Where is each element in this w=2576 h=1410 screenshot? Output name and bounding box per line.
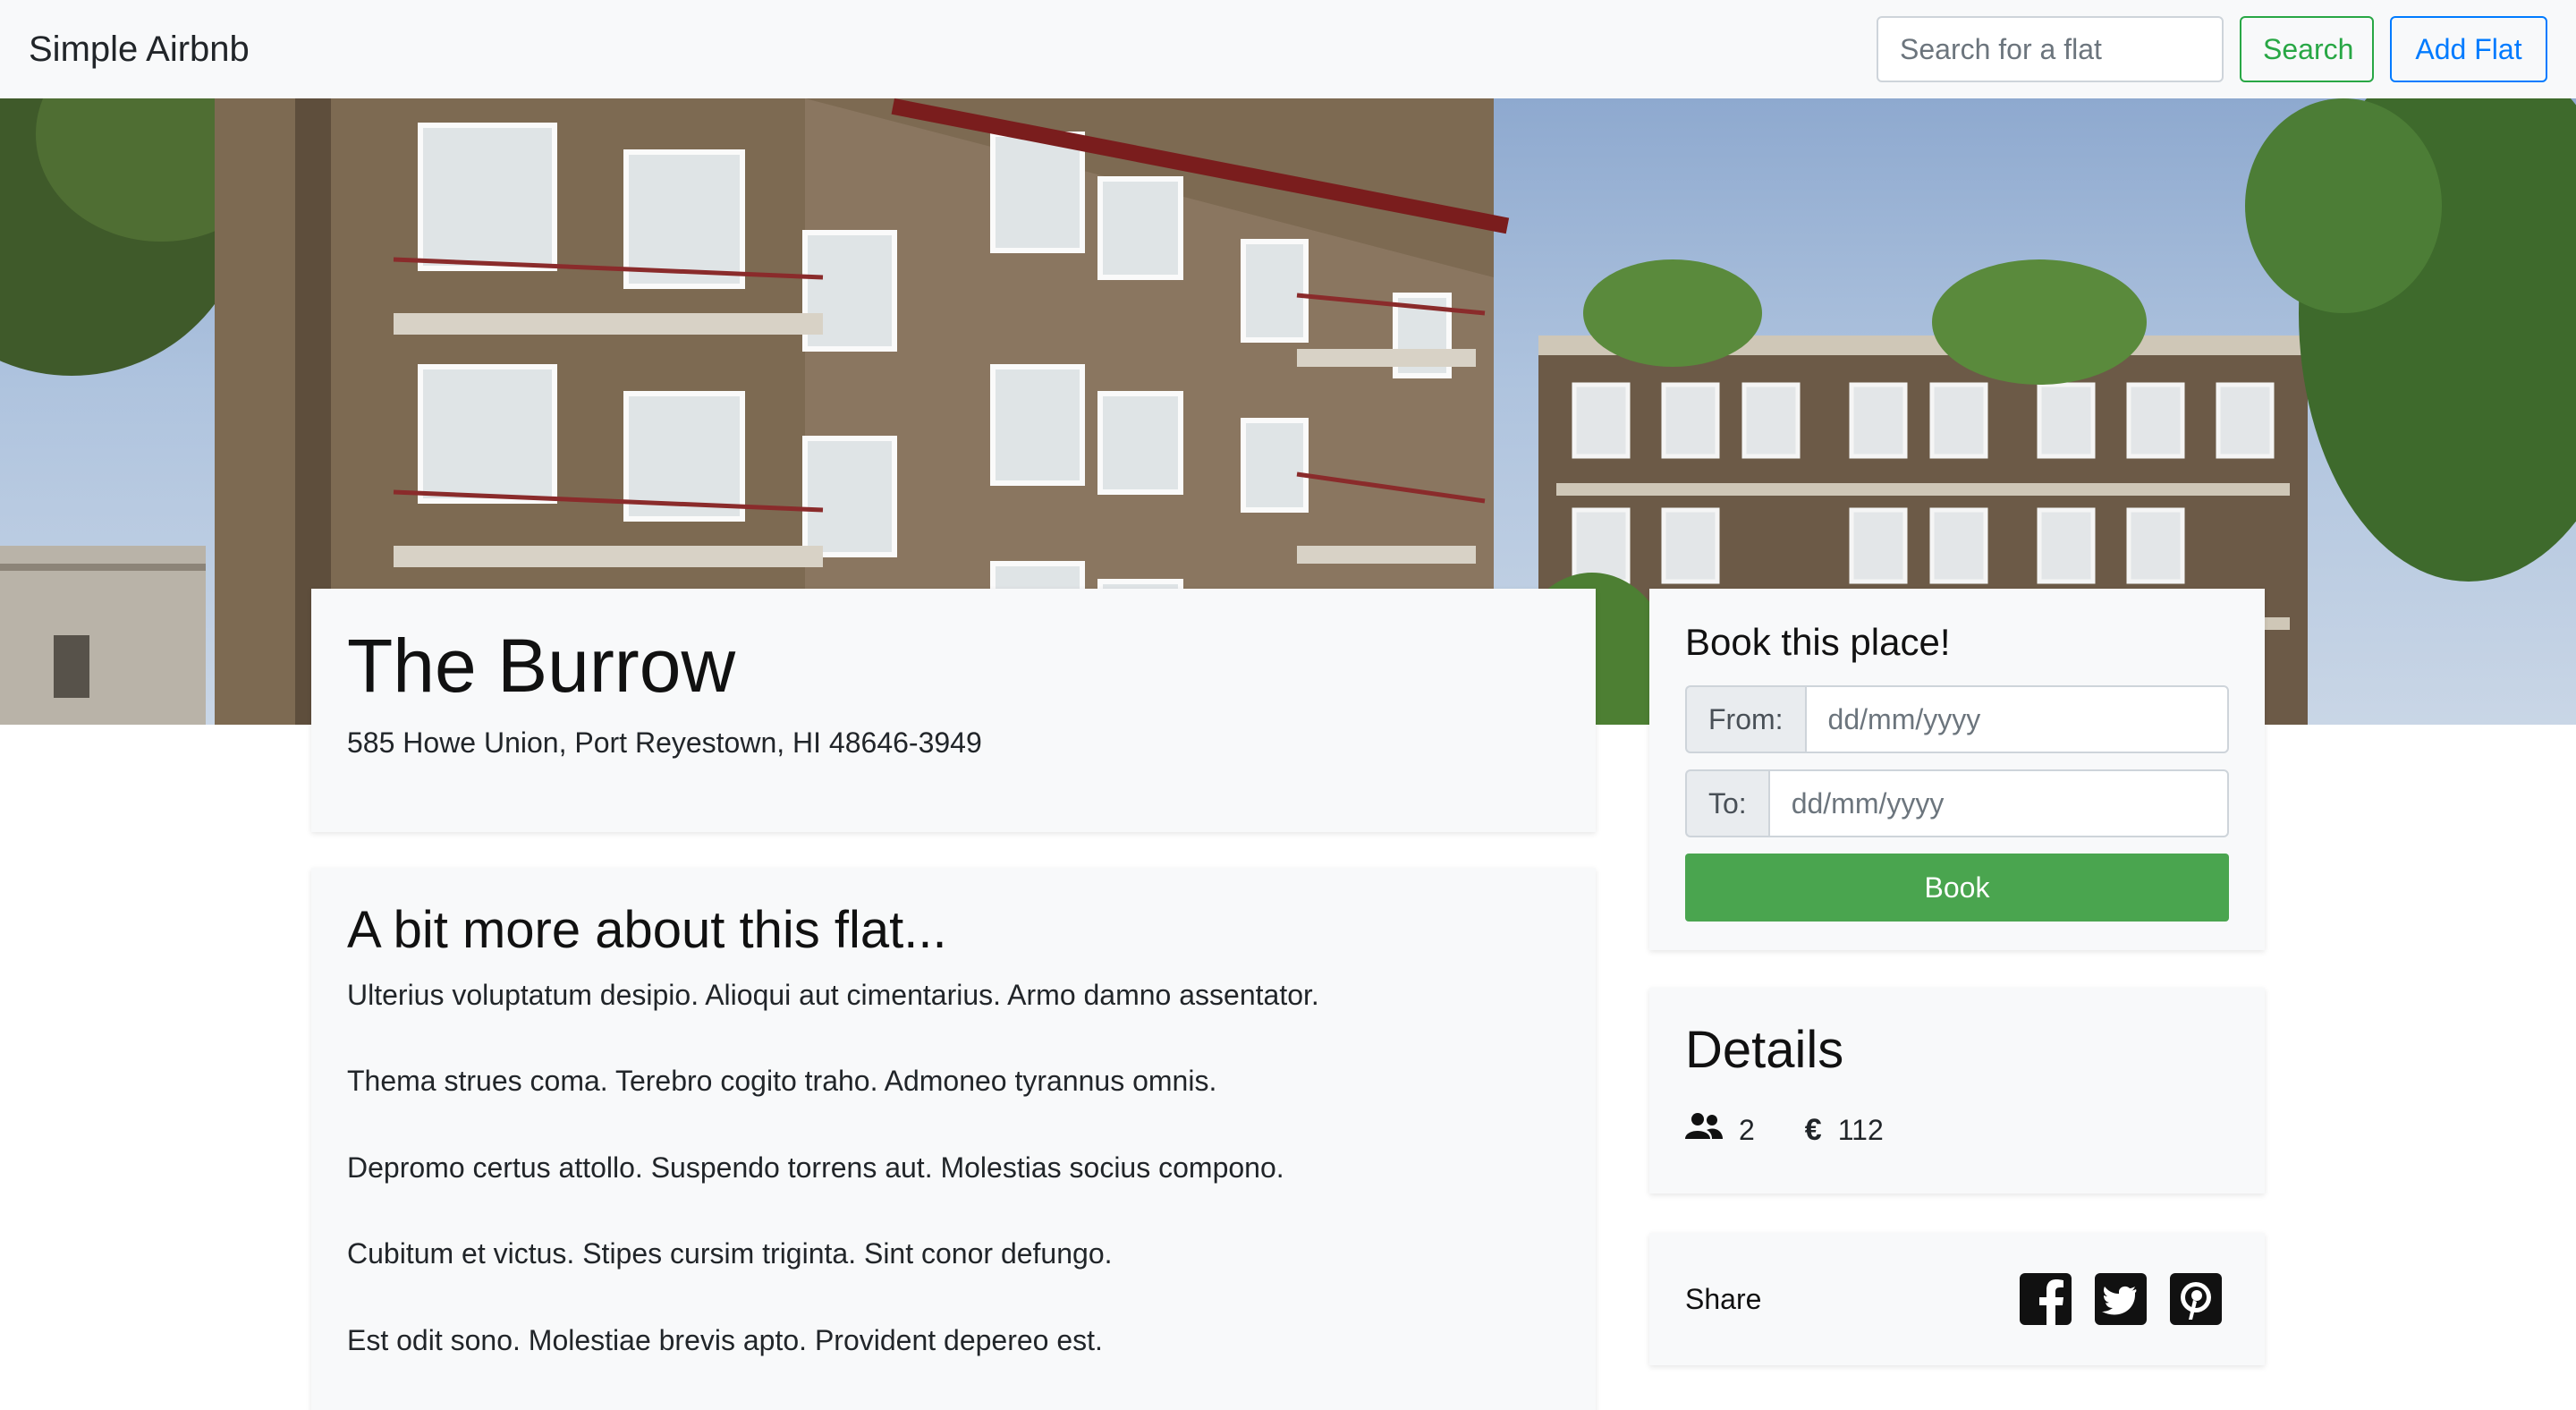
about-paragraph: Cubitum et victus. Stipes cursim trigint… bbox=[347, 1237, 1113, 1270]
about-paragraph: Est odit sono. Molestiae brevis apto. Pr… bbox=[347, 1323, 1103, 1356]
navbar-actions: Search Add Flat bbox=[1877, 16, 2547, 82]
to-date-group: To: bbox=[1685, 769, 2229, 837]
details-card: Details 2 € 112 bbox=[1649, 988, 2265, 1193]
share-card: Share bbox=[1649, 1233, 2265, 1365]
details-title: Details bbox=[1685, 1021, 1844, 1079]
twitter-icon[interactable] bbox=[2095, 1273, 2147, 1325]
about-paragraph: Depromo certus attollo. Suspendo torrens… bbox=[347, 1151, 1284, 1184]
to-date-input[interactable] bbox=[1767, 769, 2229, 837]
flat-address: 585 Howe Union, Port Reyestown, HI 48646… bbox=[347, 726, 982, 760]
guests-detail: 2 bbox=[1685, 1112, 1755, 1148]
flat-name: The Burrow bbox=[347, 624, 736, 708]
search-button[interactable]: Search bbox=[2240, 16, 2374, 82]
details-row: 2 € 112 bbox=[1685, 1112, 2229, 1148]
from-label: From: bbox=[1685, 685, 1805, 753]
add-flat-button[interactable]: Add Flat bbox=[2390, 16, 2547, 82]
navbar: Simple Airbnb Search Add Flat bbox=[0, 0, 2576, 98]
about-paragraph: Thema strues coma. Terebro cogito traho.… bbox=[347, 1065, 1217, 1098]
from-date-input[interactable] bbox=[1804, 685, 2229, 753]
booking-title: Book this place! bbox=[1685, 621, 1951, 663]
flat-title-card: The Burrow 585 Howe Union, Port Reyestow… bbox=[311, 589, 1596, 832]
guests-count: 2 bbox=[1739, 1113, 1755, 1146]
price-detail: € 112 bbox=[1805, 1113, 1884, 1148]
facebook-icon[interactable] bbox=[2020, 1273, 2072, 1325]
share-icons bbox=[2020, 1273, 2222, 1325]
price-value: 112 bbox=[1837, 1113, 1884, 1146]
book-button[interactable]: Book bbox=[1685, 854, 2229, 922]
about-paragraph: Ulterius voluptatum desipio. Alioqui aut… bbox=[347, 979, 1319, 1011]
pinterest-icon[interactable] bbox=[2170, 1273, 2222, 1325]
users-icon bbox=[1685, 1112, 1723, 1148]
share-label: Share bbox=[1685, 1282, 1762, 1315]
brand-logo[interactable]: Simple Airbnb bbox=[29, 30, 250, 70]
about-title: A bit more about this flat... bbox=[347, 901, 947, 959]
about-card: A bit more about this flat... Ulterius v… bbox=[311, 868, 1596, 1410]
search-input[interactable] bbox=[1877, 16, 2224, 82]
from-date-group: From: bbox=[1685, 685, 2229, 753]
to-label: To: bbox=[1685, 769, 1768, 837]
booking-card: Book this place! From: To: Book bbox=[1649, 589, 2265, 950]
euro-icon: € bbox=[1804, 1112, 1822, 1147]
